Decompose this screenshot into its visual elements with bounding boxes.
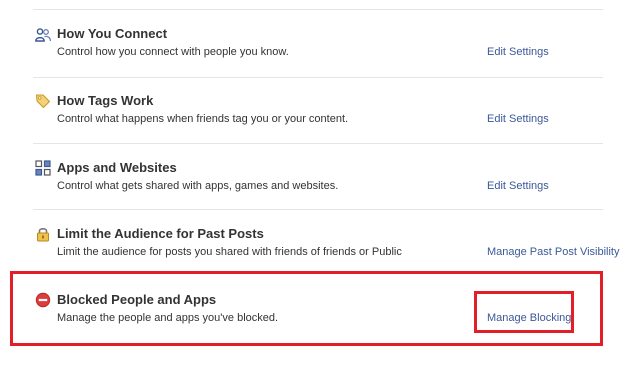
privacy-settings-page: How You Connect Control how you connect … (0, 0, 640, 367)
people-icon (35, 27, 52, 43)
edit-settings-link[interactable]: Edit Settings (487, 46, 549, 58)
settings-row-how-you-connect: How You Connect Control how you connect … (33, 24, 603, 64)
apps-grid-icon (35, 160, 51, 176)
settings-row-how-tags-work: How Tags Work Control what happens when … (33, 91, 603, 131)
row-description: Control what happens when friends tag yo… (57, 113, 349, 125)
link-highlight-box (474, 291, 574, 333)
divider (33, 209, 603, 210)
divider (33, 9, 603, 10)
settings-row-apps-and-websites: Apps and Websites Control what gets shar… (33, 158, 603, 198)
row-title: How Tags Work (57, 93, 154, 108)
row-description: Manage the people and apps you've blocke… (57, 312, 279, 324)
divider (33, 77, 603, 78)
tag-icon (35, 93, 51, 109)
row-title: How You Connect (57, 26, 168, 41)
row-title: Blocked People and Apps (57, 292, 217, 307)
manage-past-post-visibility-link[interactable]: Manage Past Post Visibility (487, 246, 619, 258)
divider (33, 143, 603, 144)
row-description: Control what gets shared with apps, game… (57, 180, 339, 192)
row-title: Limit the Audience for Past Posts (57, 226, 264, 241)
row-description: Control how you connect with people you … (57, 46, 289, 58)
edit-settings-link[interactable]: Edit Settings (487, 180, 549, 192)
row-description: Limit the audience for posts you shared … (57, 246, 402, 258)
blocked-icon (35, 292, 51, 308)
row-title: Apps and Websites (57, 160, 177, 175)
settings-row-limit-past-posts: Limit the Audience for Past Posts Limit … (33, 224, 619, 264)
edit-settings-link[interactable]: Edit Settings (487, 113, 549, 125)
lock-icon (35, 226, 51, 242)
